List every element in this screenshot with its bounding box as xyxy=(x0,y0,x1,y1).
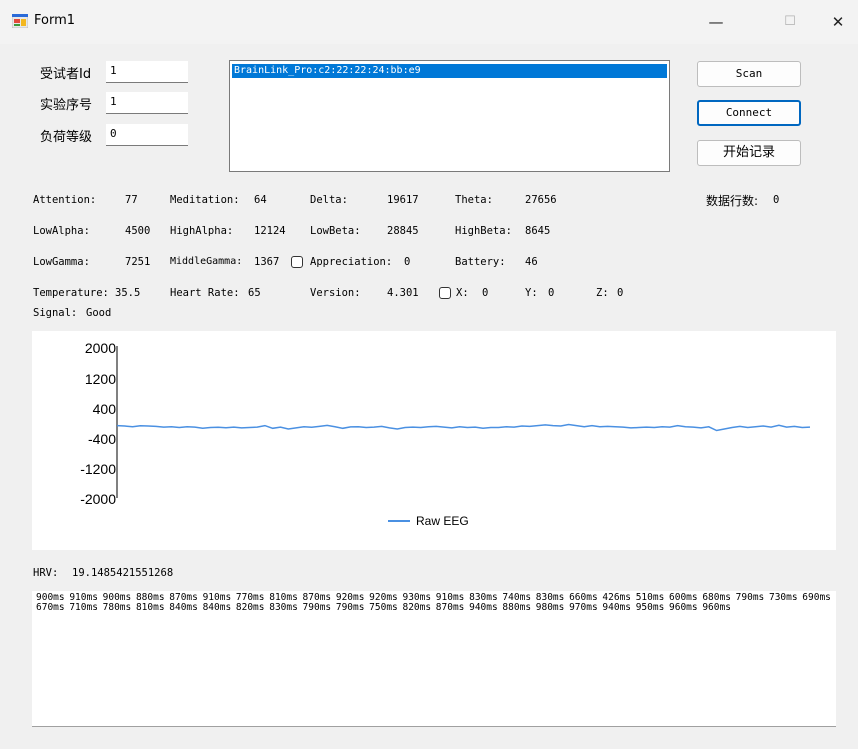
theta-label: Theta: xyxy=(455,194,493,206)
temperature-label: Temperature: xyxy=(33,287,109,299)
main-window: Form1 — ☐ ✕ 受试者Id 1 实验序号 1 负荷等级 0 BrainL… xyxy=(0,0,858,749)
app-icon xyxy=(12,14,28,28)
lowbeta-value: 28845 xyxy=(387,225,419,237)
meditation-value: 64 xyxy=(254,194,267,206)
hrv-intervals-textbox[interactable]: 900ms 910ms 900ms 880ms 870ms 910ms 770m… xyxy=(32,591,836,727)
hrv-intervals-text: 900ms 910ms 900ms 880ms 870ms 910ms 770m… xyxy=(36,592,831,613)
lowbeta-label: LowBeta: xyxy=(310,225,361,237)
scan-button[interactable]: Scan xyxy=(697,61,801,87)
heartrate-value: 65 xyxy=(248,287,261,299)
window-title: Form1 xyxy=(34,13,76,28)
start-record-button[interactable]: 开始记录 xyxy=(697,140,801,166)
version-value: 4.301 xyxy=(387,287,419,299)
lowgamma-label: LowGamma: xyxy=(33,256,90,268)
signal-label: Signal: xyxy=(33,307,78,319)
y-value: 0 xyxy=(548,287,555,299)
legend-swatch xyxy=(388,520,410,522)
attention-value: 77 xyxy=(125,194,138,206)
y-label: Y: xyxy=(525,287,538,299)
battery-label: Battery: xyxy=(455,256,506,268)
maximize-button[interactable]: ☐ xyxy=(767,8,813,36)
lowalpha-label: LowAlpha: xyxy=(33,225,90,237)
highbeta-value: 8645 xyxy=(525,225,551,237)
temperature-value: 35.5 xyxy=(115,287,141,299)
delta-label: Delta: xyxy=(310,194,348,206)
device-list-item[interactable]: BrainLink_Pro:c2:22:22:24:bb:e9 xyxy=(232,64,667,78)
meditation-label: Meditation: xyxy=(170,194,240,206)
trial-label: 实验序号 xyxy=(40,98,93,113)
x-label: X: xyxy=(456,287,469,299)
signal-value: Good xyxy=(86,307,112,319)
eeg-chart: 2000 1200 400 -400 -1200 -2000 Raw EEG xyxy=(32,331,836,550)
x-value: 0 xyxy=(482,287,489,299)
highalpha-value: 12124 xyxy=(254,225,286,237)
middlegamma-label: MiddleGamma: xyxy=(170,256,243,267)
legend-label: Raw EEG xyxy=(416,514,469,528)
z-label: Z: xyxy=(596,287,609,299)
trial-input[interactable]: 1 xyxy=(106,92,188,114)
row-count-label: 数据行数: xyxy=(706,194,759,208)
z-value: 0 xyxy=(617,287,624,299)
lowgamma-value: 7251 xyxy=(125,256,151,268)
subject-id-input[interactable]: 1 xyxy=(106,61,188,83)
row-count-value: 0 xyxy=(773,194,780,206)
heartrate-label: Heart Rate: xyxy=(170,287,240,299)
appreciation-value: 0 xyxy=(404,256,411,268)
highbeta-label: HighBeta: xyxy=(455,225,512,237)
device-list[interactable]: BrainLink_Pro:c2:22:22:24:bb:e9 xyxy=(229,60,670,172)
delta-value: 19617 xyxy=(387,194,419,206)
title-bar: Form1 — ☐ ✕ xyxy=(0,0,858,44)
appreciation-label: Appreciation: xyxy=(310,256,393,268)
raw-eeg-series-line xyxy=(116,423,811,432)
connect-button[interactable]: Connect xyxy=(697,100,801,126)
subject-id-label: 受试者Id xyxy=(40,67,92,82)
middlegamma-value: 1367 xyxy=(254,256,280,268)
load-input[interactable]: 0 xyxy=(106,124,188,146)
load-label: 负荷等级 xyxy=(40,130,93,145)
highalpha-label: HighAlpha: xyxy=(170,225,234,237)
lowalpha-value: 4500 xyxy=(125,225,151,237)
hrv-value: 19.1485421551268 xyxy=(72,567,174,579)
hrv-label: HRV: xyxy=(33,567,59,579)
theta-value: 27656 xyxy=(525,194,557,206)
attention-label: Attention: xyxy=(33,194,97,206)
close-button[interactable]: ✕ xyxy=(818,8,858,36)
appreciation-checkbox[interactable] xyxy=(291,256,303,268)
battery-value: 46 xyxy=(525,256,538,268)
xyz-checkbox[interactable] xyxy=(439,287,451,299)
minimize-button[interactable]: — xyxy=(693,8,739,36)
version-label: Version: xyxy=(310,287,361,299)
